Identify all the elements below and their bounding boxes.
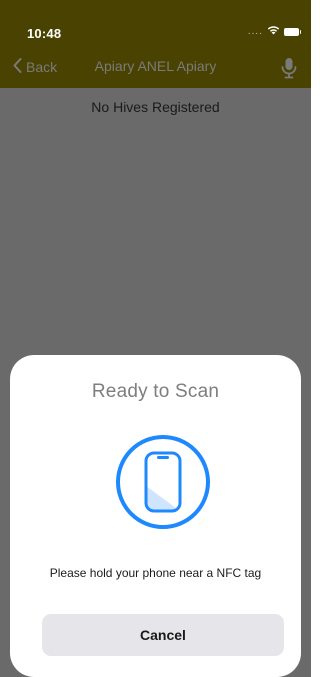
status-bar: 10:48 .... bbox=[0, 0, 311, 48]
nfc-phone-icon bbox=[115, 434, 211, 530]
phone-screen: 10:48 .... Back Apiary ANEL Apiary No Hi… bbox=[0, 0, 311, 677]
status-icons: .... bbox=[247, 25, 301, 38]
wifi-icon bbox=[267, 25, 280, 38]
back-button[interactable]: Back bbox=[13, 58, 57, 76]
chevron-left-icon bbox=[13, 58, 22, 76]
scan-instruction: Please hold your phone near a NFC tag bbox=[49, 566, 262, 580]
status-time: 10:48 bbox=[27, 26, 62, 41]
cancel-button[interactable]: Cancel bbox=[42, 614, 284, 656]
navigation-bar: Back Apiary ANEL Apiary bbox=[0, 48, 311, 88]
nfc-scan-sheet: Ready to Scan Please hold your phone nea… bbox=[10, 355, 301, 677]
battery-icon bbox=[284, 27, 301, 36]
signal-indicator: .... bbox=[247, 25, 263, 37]
empty-state-message: No Hives Registered bbox=[91, 99, 220, 115]
microphone-icon[interactable] bbox=[280, 57, 298, 79]
sheet-title: Ready to Scan bbox=[91, 381, 220, 402]
page-title: Apiary ANEL Apiary bbox=[94, 58, 217, 74]
back-label: Back bbox=[26, 59, 58, 75]
